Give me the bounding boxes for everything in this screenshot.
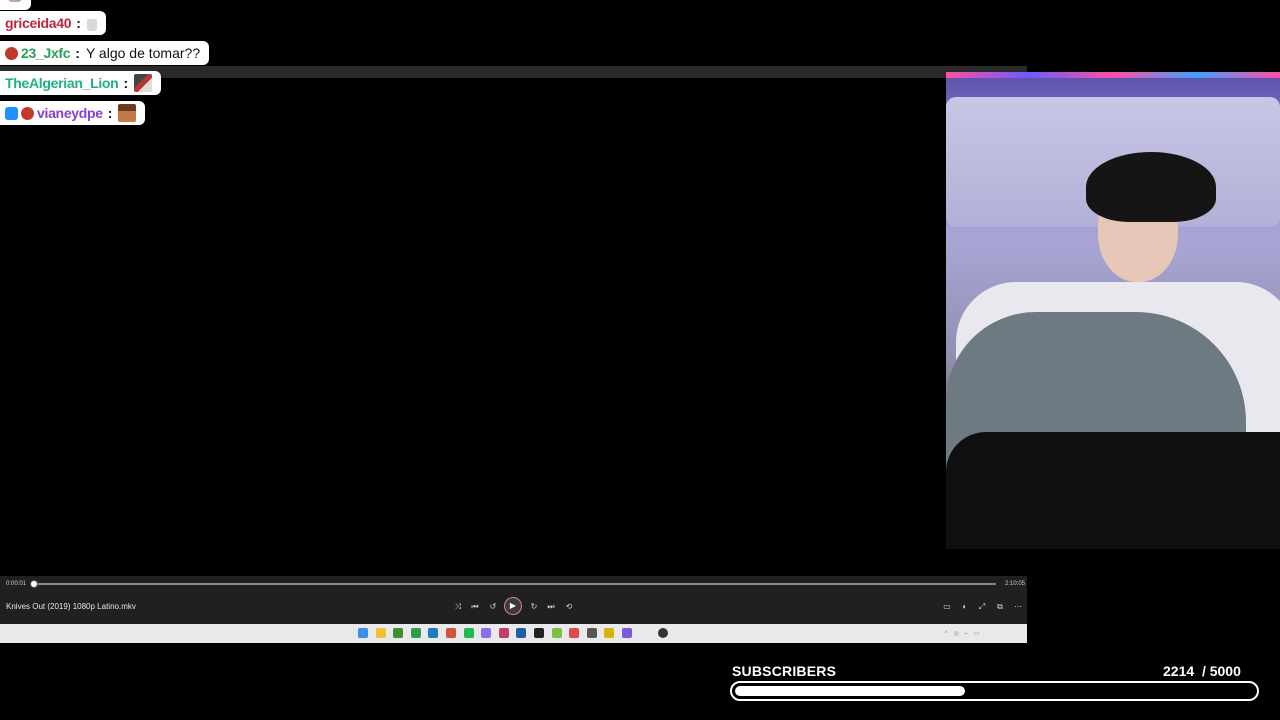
app-icon-7[interactable] [604,628,615,638]
partial-emote [8,0,22,2]
chat-message: 23_Jxfc : Y algo de tomar?? [0,41,210,65]
next-icon[interactable]: ⏭ [545,601,557,613]
led-light-strip [946,72,1280,78]
face-emote [118,104,137,122]
chat-username: vianeydpe [37,105,103,121]
browser-icon[interactable] [446,628,456,638]
goal-progress-fill [735,686,965,696]
blanket [946,432,1280,549]
volume-icon[interactable]: ◖ [958,601,970,613]
chat-separator: : [123,75,129,91]
seek-handle[interactable] [30,580,38,588]
app-icon-2[interactable] [516,628,527,638]
chat-message: TheAlgerian_Lion : [0,71,162,95]
app-icon-5[interactable] [569,628,580,638]
rewind-icon[interactable]: ↺ [487,601,499,613]
chat-separator: : [107,105,113,121]
windows-taskbar: ^ ◎ ⌁ ▭ [0,624,1027,643]
fullscreen-icon[interactable]: ⤢ [976,601,988,613]
seek-bar[interactable] [30,580,996,588]
edge-icon[interactable] [428,628,439,638]
bear-badge [5,46,18,60]
file-name: Knives Out (2019) 1080p Latino.mkv [6,602,136,611]
forward-icon[interactable]: ↻ [528,601,540,613]
media-player-controls: 0:00:01 2:10:05 Knives Out (2019) 1080p … [0,576,1027,624]
app-icon-3[interactable] [534,628,544,638]
shuffle-icon[interactable]: ⤨ [452,601,464,613]
chat-text: Y algo de tomar?? [85,45,201,61]
nvidia-icon[interactable] [393,628,404,638]
previous-icon[interactable]: ⏮ [469,601,481,613]
chat-message: griceida40 : [0,11,106,35]
chat-username: TheAlgerian_Lion [5,75,119,91]
goal-progress-bar [730,681,1259,701]
total-time: 2:10:05 [1005,581,1026,587]
pixel-emote [134,74,153,92]
chat-separator: : [76,15,81,31]
app-icon-4[interactable] [551,628,562,638]
chrome-icon[interactable] [410,628,421,638]
app-icon[interactable] [498,628,509,638]
chat-separator: : [75,45,80,61]
start-icon[interactable] [358,628,368,638]
explorer-icon[interactable] [375,628,386,638]
chat-message: vianeydpe : [0,101,146,125]
miniplayer-icon[interactable]: ⧉ [994,601,1006,613]
app-icon-8[interactable] [622,628,632,638]
repeat-icon[interactable]: ⟲ [563,601,575,613]
bear-badge [21,106,34,120]
goal-target: / 5000 [1201,663,1241,679]
spotify-icon[interactable] [463,628,474,638]
discord-icon[interactable] [481,628,492,638]
chat-username: griceida40 [5,15,72,31]
media-player-icon[interactable] [657,628,668,638]
subtitles-icon[interactable]: ▭ [941,601,953,613]
goal-count: 2214 / 5000 [1163,663,1241,679]
cube-badge [5,106,18,120]
glass-emote [86,19,97,31]
elapsed-time: 0:00:01 [6,581,27,587]
goal-label: SUBSCRIBERS [732,663,837,679]
app-icon-6[interactable] [586,628,597,638]
system-tray[interactable]: ^ ◎ ⌁ ▭ [945,630,981,637]
chat-username: 23_Jxfc [21,45,71,61]
chat-message [0,0,31,10]
streamer-hair [1086,152,1216,222]
more-icon[interactable]: ⋯ [1012,601,1024,613]
webcam-feed [946,72,1280,549]
stream-overlay: griceida40 : 23_Jxfc : Y algo de tomar??… [0,0,1280,720]
goal-current: 2214 [1163,663,1195,679]
play-icon[interactable]: ▶ [504,597,522,615]
